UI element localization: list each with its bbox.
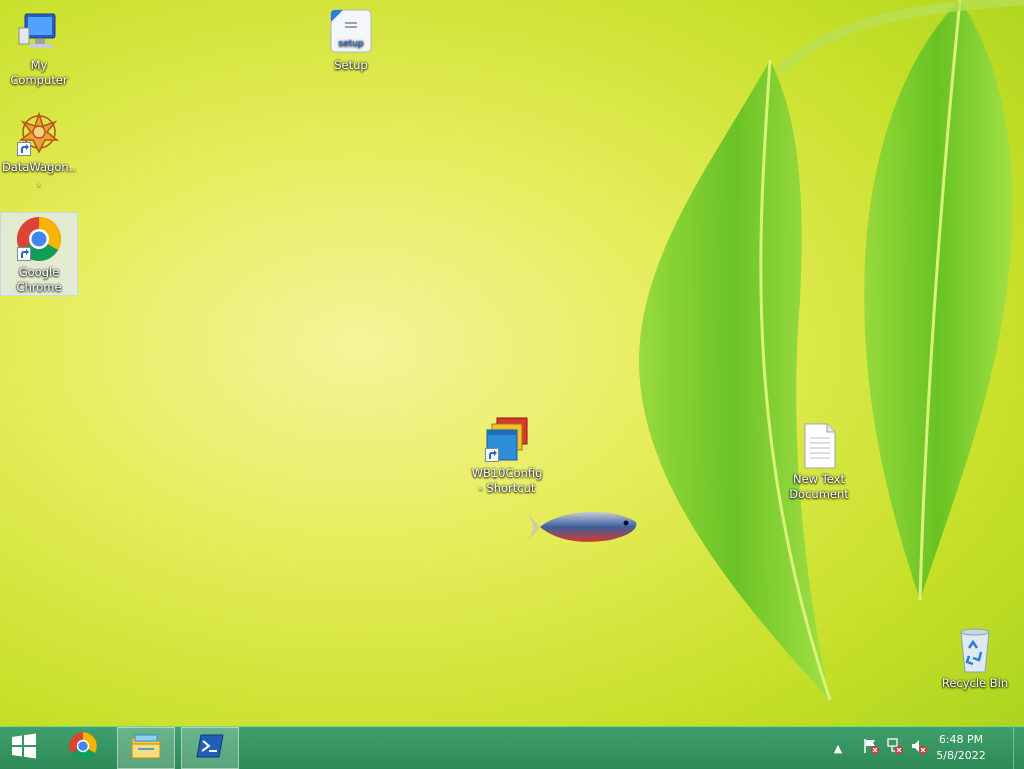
taskbar-powershell-button[interactable] xyxy=(181,727,239,769)
show-desktop-button[interactable] xyxy=(1013,727,1024,769)
desktop-icon-wb10config[interactable]: WB10Config - Shortcut xyxy=(469,416,545,496)
powershell-icon xyxy=(196,734,224,762)
clock-time: 6:48 PM xyxy=(938,733,984,746)
desktop-icon-datawagon[interactable]: DataWagon... xyxy=(1,110,77,190)
system-tray: ▲ xyxy=(828,727,928,769)
wb10config-icon xyxy=(483,416,531,464)
desktop-icon-label: WB10Config - Shortcut xyxy=(471,466,543,495)
taskbar-clock[interactable]: 6:48 PM 5/8/2022 xyxy=(926,732,996,764)
desktop-icon-label: DataWagon... xyxy=(1,160,77,189)
wallpaper xyxy=(528,0,1024,701)
shortcut-arrow-icon xyxy=(17,247,31,261)
desktop-icon-label: Recycle Bin xyxy=(941,676,1009,690)
desktop-icon-recycle-bin[interactable]: Recycle Bin xyxy=(937,626,1013,691)
setup-icon: setup xyxy=(327,8,375,56)
shortcut-arrow-icon xyxy=(485,448,499,462)
desktop-icon-label: New Text Document xyxy=(789,472,849,501)
fish-decoration xyxy=(528,511,637,542)
my-computer-icon xyxy=(15,8,63,56)
chrome-icon xyxy=(68,731,98,765)
recycle-bin-icon xyxy=(951,626,999,674)
desktop-icon-label: My Computer xyxy=(10,58,68,87)
svg-text:setup: setup xyxy=(338,39,363,49)
desktop-icon-my-computer[interactable]: My Computer xyxy=(1,8,77,88)
action-center-flag-icon[interactable] xyxy=(862,737,880,759)
datawagon-icon xyxy=(15,110,63,158)
desktop-icon-new-text-document[interactable]: New Text Document xyxy=(781,422,857,502)
network-error-icon[interactable] xyxy=(886,737,904,759)
shortcut-arrow-icon xyxy=(17,142,31,156)
file-explorer-icon xyxy=(130,732,162,764)
windows-logo-icon xyxy=(11,733,37,763)
start-button[interactable] xyxy=(0,727,48,769)
desktop-icon-label: Google Chrome xyxy=(16,265,62,294)
taskbar-chrome-button[interactable] xyxy=(54,727,112,769)
taskbar: ▲ 6:48 PM 5/8/2022 xyxy=(0,726,1024,769)
leaf-left xyxy=(639,59,832,701)
desktop-icon-label: Setup xyxy=(334,58,368,72)
clock-date: 5/8/2022 xyxy=(936,749,986,762)
taskbar-file-explorer-button[interactable] xyxy=(117,727,175,769)
text-document-icon xyxy=(795,422,843,470)
leaf-right xyxy=(864,0,1013,601)
desktop-icon-setup[interactable]: setup Setup xyxy=(313,8,389,73)
chrome-icon xyxy=(15,215,63,263)
show-hidden-icons-chevron[interactable]: ▲ xyxy=(828,742,848,755)
desktop-icon-google-chrome[interactable]: Google Chrome xyxy=(0,212,78,296)
